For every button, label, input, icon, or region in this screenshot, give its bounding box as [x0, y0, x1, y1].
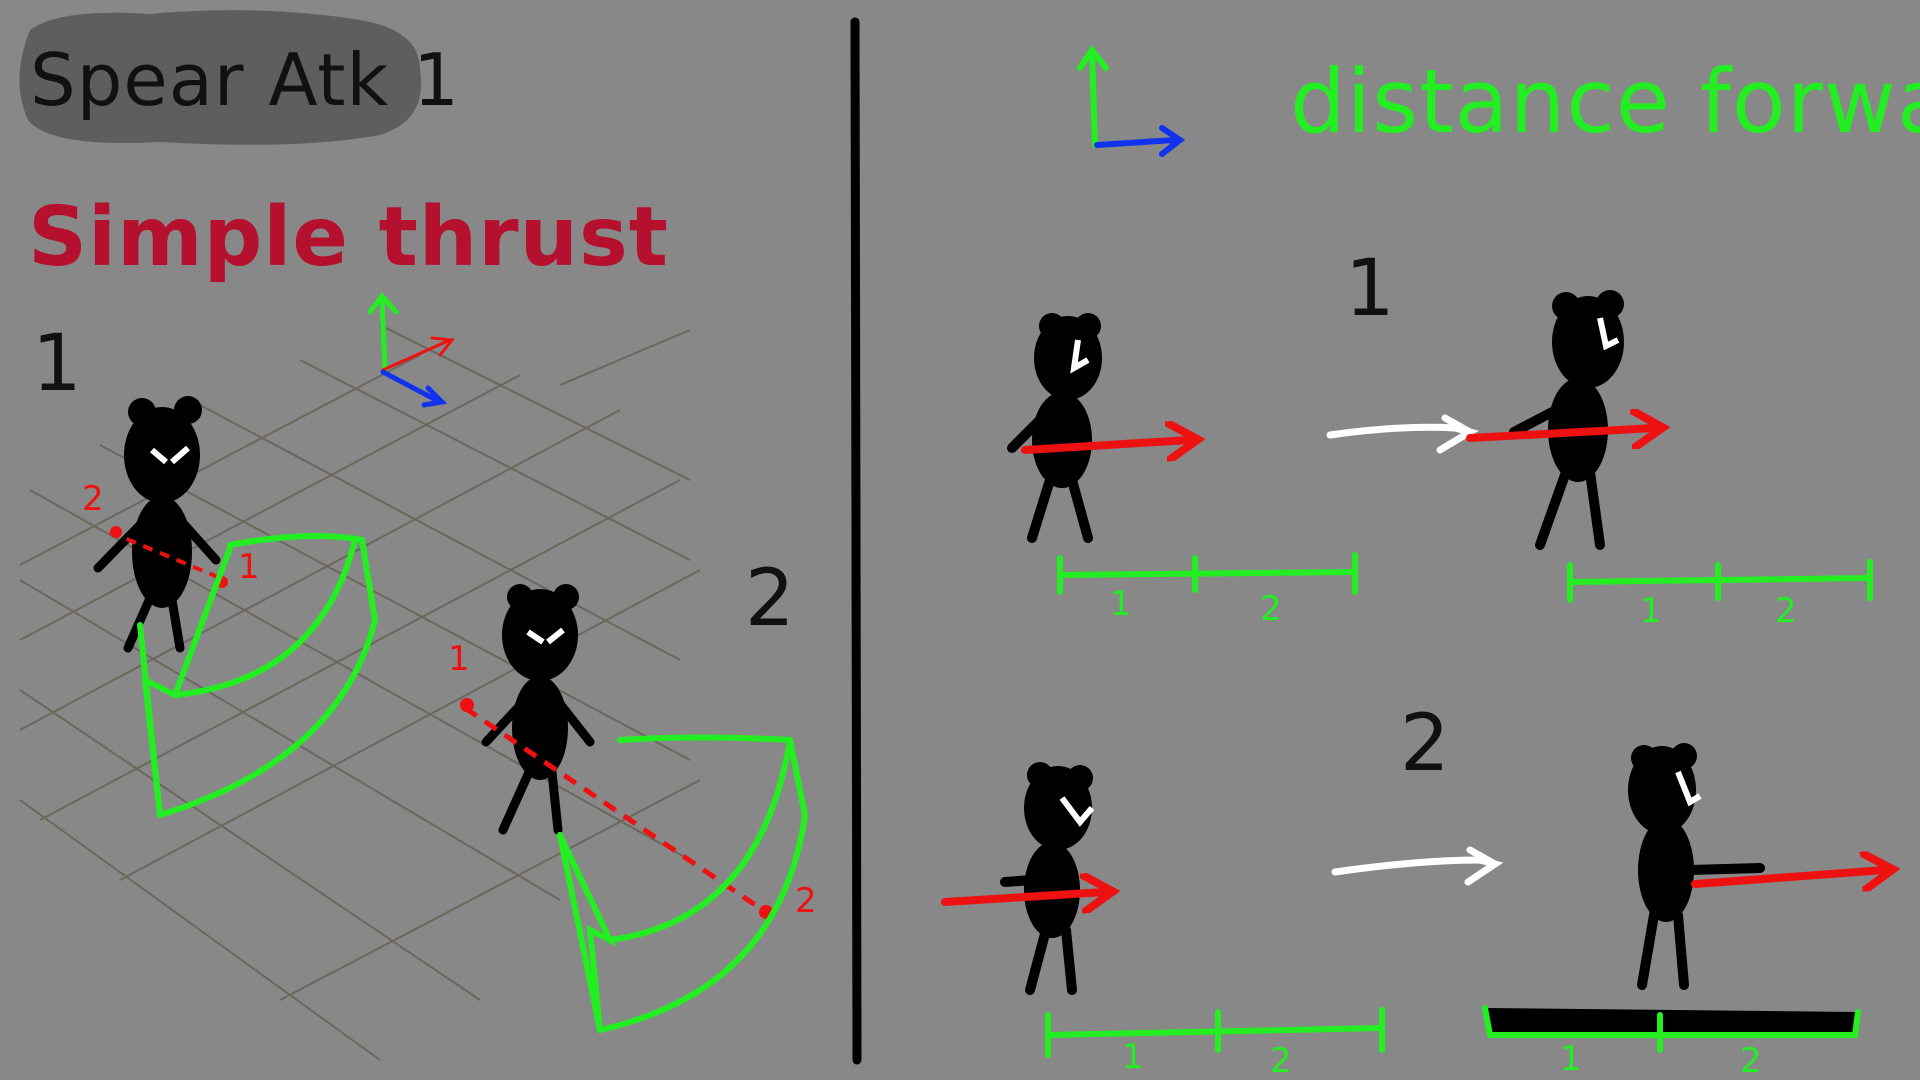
row2-ruler-start-label-2: 2: [1270, 1041, 1293, 1080]
row1-spear-end: [1466, 428, 1655, 438]
red-point-label-a1: 2: [82, 479, 105, 519]
row2-figure-start: [1000, 762, 1095, 995]
red-point-label-b1: 1: [448, 639, 471, 679]
red-point-label-a2: 1: [238, 547, 261, 587]
storyboard-canvas: Spear Atk 1 Simple thrust 1 2 2 1 1 2 di…: [19, 10, 1920, 1080]
pose-label-2: 2: [745, 554, 796, 644]
row2-ruler-end: [1482, 1005, 1861, 1053]
arrow-right-icon: [1326, 414, 1479, 454]
attack-volume-b: [557, 734, 809, 1033]
row2-ruler-end-label-2: 2: [1740, 1041, 1763, 1080]
subtitle: Simple thrust: [28, 190, 669, 285]
row1-figure-end: [1509, 290, 1624, 550]
arrow-right-icon-2: [1331, 846, 1504, 886]
row1-ruler-start-label-1: 1: [1110, 584, 1133, 624]
row1-figure-start: [1007, 313, 1102, 543]
right-heading: distance forward: [1290, 50, 1920, 153]
row-label-2: 2: [1400, 699, 1451, 789]
row2-ruler-start: [1045, 1007, 1385, 1058]
row1-ruler-end: [1567, 559, 1873, 603]
character-figure-a: [93, 396, 221, 653]
red-point-label-b2: 2: [795, 881, 818, 921]
row2-figure-end: [1628, 743, 1765, 990]
row1-ruler-end-label-2: 2: [1775, 591, 1798, 631]
title-box: Spear Atk 1: [19, 10, 459, 145]
row2-spear-start: [941, 892, 1105, 902]
row1-ruler-end-label-1: 1: [1640, 591, 1663, 631]
row2-ruler-start-label-1: 1: [1122, 1037, 1145, 1077]
character-figure-b: [481, 584, 595, 835]
panel-divider: [850, 17, 862, 1065]
xy-axis-icon: [1077, 44, 1186, 157]
row-label-1: 1: [1345, 244, 1396, 334]
row1-ruler-start: [1057, 552, 1358, 595]
perspective-grid: [19, 324, 701, 1061]
row2-ruler-end-label-1: 1: [1560, 1039, 1583, 1079]
pose-label-1: 1: [32, 319, 83, 409]
row1-ruler-start-label-2: 2: [1260, 589, 1283, 629]
xyz-axis-icon: [367, 292, 455, 408]
page-title: Spear Atk 1: [30, 38, 460, 122]
